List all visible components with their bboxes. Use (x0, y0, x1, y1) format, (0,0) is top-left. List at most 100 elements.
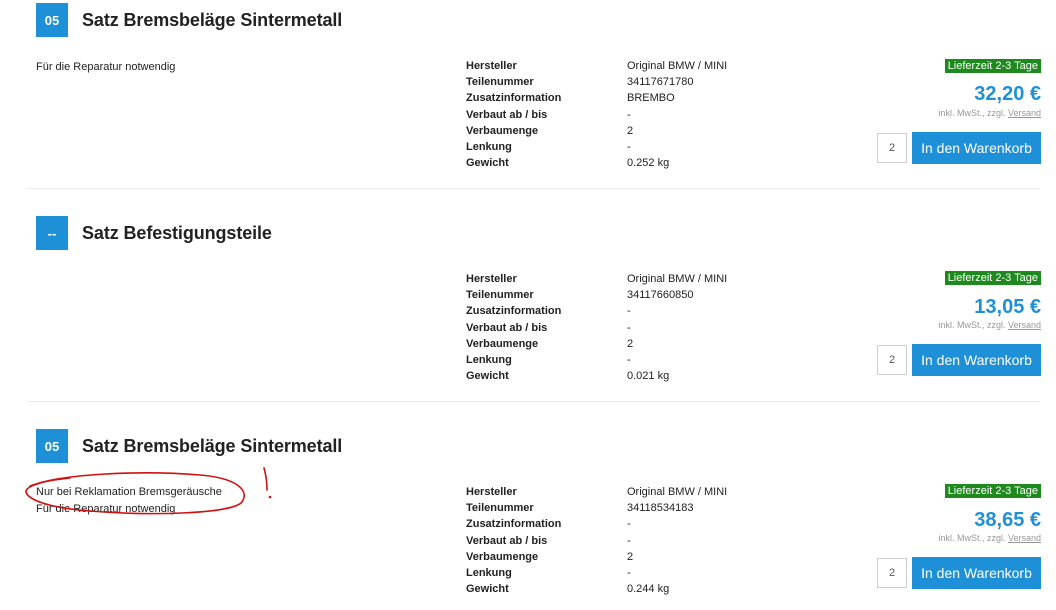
tax-note: inkl. MwSt., zzgl. Versand (938, 108, 1041, 118)
spec-value: 34118534183 (627, 502, 694, 515)
spec-row: Teilenummer 34117671780 (466, 74, 766, 90)
spec-value: 34117671780 (627, 76, 694, 89)
spec-label: Hersteller (466, 60, 517, 72)
divider (28, 188, 1040, 189)
tax-note: inkl. MwSt., zzgl. Versand (938, 320, 1041, 330)
spec-row: Gewicht 0.252 kg (466, 155, 766, 171)
spec-row: Verbaumenge 2 (466, 549, 766, 565)
spec-value: - (627, 305, 631, 318)
spec-label: Teilenummer (466, 502, 534, 515)
spec-value: 2 (627, 124, 634, 137)
quantity-input[interactable]: 2 (877, 345, 907, 375)
spec-value: BREMBO (627, 92, 675, 105)
spec-label: Lenkung (466, 140, 512, 153)
product-item: -- Satz Befestigungsteile Hersteller Orig… (0, 216, 1056, 406)
shipping-link[interactable]: Versand (1008, 533, 1041, 543)
tax-prefix: inkl. MwSt., zzgl. (938, 320, 1006, 330)
delivery-badge: Lieferzeit 2-3 Tage (944, 484, 1041, 498)
spec-row: Lenkung - (466, 352, 766, 368)
spec-label: Teilenummer (466, 289, 534, 302)
spec-value: 0.252 kg (627, 157, 670, 170)
spec-label: Hersteller (466, 486, 517, 498)
price: 13,05 € (974, 296, 1041, 318)
spec-row: Gewicht 0.244 kg (466, 581, 766, 597)
spec-label: Zusatzinformation (466, 305, 562, 318)
product-title: Satz Bremsbeläge Sintermetall (82, 436, 343, 456)
add-to-cart-button[interactable]: In den Warenkorb (912, 557, 1041, 589)
delivery-badge: Lieferzeit 2-3 Tage (944, 271, 1041, 285)
product-item: 05 Satz Bremsbeläge Sintermetall Für die… (0, 3, 1056, 193)
product-note: Für die Reparatur notwendig (36, 503, 176, 515)
add-to-cart-button[interactable]: In den Warenkorb (912, 132, 1041, 164)
spec-row: Hersteller Original BMW / MINI (466, 484, 766, 500)
position-badge: 05 (36, 3, 68, 37)
spec-table: Hersteller Original BMW / MINI Teilenumme… (466, 484, 766, 597)
spec-value: - (627, 321, 631, 334)
spec-label: Verbaumenge (466, 124, 539, 137)
product-title: Satz Bremsbeläge Sintermetall (82, 10, 343, 30)
tax-prefix: inkl. MwSt., zzgl. (938, 108, 1006, 118)
spec-value: 0.021 kg (627, 370, 670, 383)
spec-value: Original BMW / MINI (627, 486, 728, 498)
spec-value: 34117660850 (627, 289, 694, 302)
spec-label: Zusatzinformation (466, 518, 562, 531)
spec-label: Zusatzinformation (466, 92, 562, 105)
shipping-link[interactable]: Versand (1008, 320, 1041, 330)
product-item: 05 Satz Bremsbeläge Sintermetall Nur bei… (0, 429, 1056, 610)
spec-row: Zusatzinformation - (466, 516, 766, 532)
spec-table: Hersteller Original BMW / MINI Teilenumme… (466, 58, 766, 171)
spec-label: Verbaut ab / bis (466, 321, 548, 334)
spec-row: Lenkung - (466, 565, 766, 581)
spec-label: Verbaut ab / bis (466, 534, 548, 547)
spec-row: Verbaumenge 2 (466, 123, 766, 139)
spec-value: - (627, 534, 631, 547)
spec-value: Original BMW / MINI (627, 60, 728, 72)
spec-row: Verbaut ab / bis - (466, 533, 766, 549)
spec-value: Original BMW / MINI (627, 273, 728, 285)
spec-row: Teilenummer 34118534183 (466, 500, 766, 516)
spec-row: Teilenummer 34117660850 (466, 287, 766, 303)
spec-label: Gewicht (466, 583, 509, 596)
shipping-link[interactable]: Versand (1008, 108, 1041, 118)
spec-row: Hersteller Original BMW / MINI (466, 58, 766, 74)
tax-note: inkl. MwSt., zzgl. Versand (938, 533, 1041, 543)
delivery-badge: Lieferzeit 2-3 Tage (944, 59, 1041, 73)
spec-row: Hersteller Original BMW / MINI (466, 271, 766, 287)
spec-label: Teilenummer (466, 76, 534, 89)
price: 38,65 € (974, 509, 1041, 531)
spec-row: Zusatzinformation BREMBO (466, 90, 766, 106)
spec-label: Gewicht (466, 370, 509, 383)
spec-row: Zusatzinformation - (466, 303, 766, 319)
spec-label: Verbaut ab / bis (466, 108, 548, 121)
spec-value: 2 (627, 337, 634, 350)
spec-row: Gewicht 0.021 kg (466, 368, 766, 384)
quantity-input[interactable]: 2 (877, 558, 907, 588)
spec-row: Verbaut ab / bis - (466, 320, 766, 336)
position-badge: 05 (36, 429, 68, 463)
product-note: Nur bei Reklamation Bremsgeräusche (36, 486, 222, 498)
tax-prefix: inkl. MwSt., zzgl. (938, 533, 1006, 543)
spec-value: - (627, 518, 631, 531)
position-badge: -- (36, 216, 68, 250)
spec-row: Lenkung - (466, 139, 766, 155)
spec-value: - (627, 566, 631, 579)
product-title: Satz Befestigungsteile (82, 223, 272, 243)
spec-value: - (627, 353, 631, 366)
product-note: Für die Reparatur notwendig (36, 61, 176, 73)
spec-row: Verbaumenge 2 (466, 336, 766, 352)
spec-row: Verbaut ab / bis - (466, 107, 766, 123)
spec-label: Gewicht (466, 157, 509, 170)
spec-value: 2 (627, 550, 634, 563)
price: 32,20 € (974, 83, 1041, 105)
spec-label: Verbaumenge (466, 337, 539, 350)
spec-label: Hersteller (466, 273, 517, 285)
quantity-input[interactable]: 2 (877, 133, 907, 163)
spec-value: - (627, 108, 631, 121)
spec-label: Lenkung (466, 353, 512, 366)
spec-label: Verbaumenge (466, 550, 539, 563)
spec-label: Lenkung (466, 566, 512, 579)
spec-value: - (627, 140, 631, 153)
add-to-cart-button[interactable]: In den Warenkorb (912, 344, 1041, 376)
divider (28, 401, 1040, 402)
spec-value: 0.244 kg (627, 583, 670, 596)
